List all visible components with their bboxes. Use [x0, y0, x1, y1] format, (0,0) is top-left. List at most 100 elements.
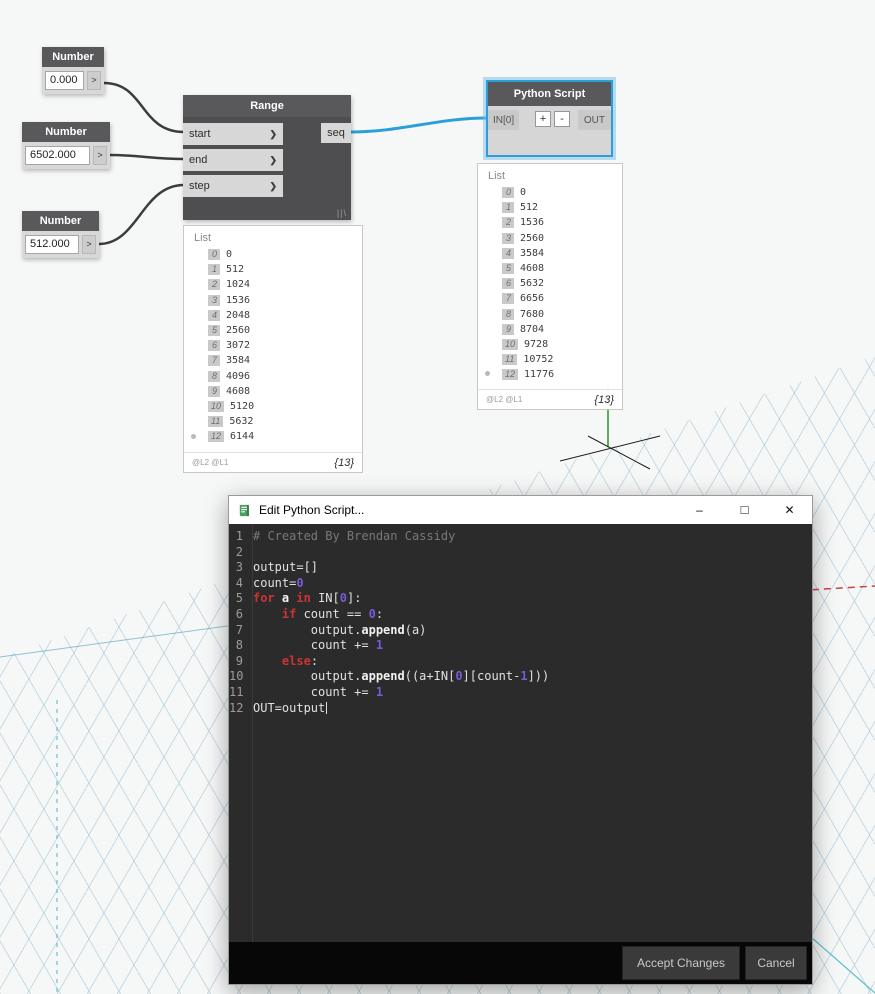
input-port-end[interactable]: end ❯ — [183, 149, 283, 171]
list-index-badge: 8 — [502, 308, 514, 320]
code-token: (a) — [404, 622, 427, 637]
list-row: 00 — [208, 247, 362, 262]
list-row: 4 3584 — [502, 246, 622, 261]
code-token: output. — [253, 669, 362, 684]
list-value: 2048 — [226, 309, 251, 321]
code-token: ][count- — [462, 669, 521, 684]
output-port-out[interactable]: OUT — [577, 110, 611, 130]
code-token: count= — [253, 575, 297, 590]
line-number: 8 — [235, 638, 243, 653]
number-node-2[interactable]: Number 6502.000 > — [22, 122, 110, 169]
window-titlebar[interactable]: Edit Python Script... – □ ✕ — [229, 496, 812, 524]
code-token: ]: — [346, 591, 362, 606]
close-button[interactable]: ✕ — [767, 496, 812, 524]
code-token: ((a+IN[ — [404, 669, 456, 684]
output-port[interactable]: > — [93, 146, 107, 165]
number-value-input[interactable]: 0.000 — [45, 71, 84, 90]
list-index-badge: 3 — [208, 294, 220, 306]
list-row: 7 3584 — [208, 353, 362, 368]
code-token: 0 — [296, 575, 304, 590]
list-label: List — [194, 232, 212, 244]
output-port-seq[interactable]: seq — [321, 123, 351, 143]
code-line: 11 count += 1 — [229, 685, 812, 701]
number-value-input[interactable]: 512.000 — [25, 235, 79, 254]
number-node-1[interactable]: Number 0.000 > — [42, 47, 104, 94]
accept-changes-button[interactable]: Accept Changes — [622, 946, 740, 980]
node-title[interactable]: Python Script — [488, 82, 611, 106]
list-index-badge: 5 — [502, 263, 514, 275]
list-value: 11776 — [524, 369, 555, 381]
list-value: 2560 — [226, 325, 251, 337]
list-preview-python[interactable]: List 0 0 1 512 2 1536 3 2560 4 3584 5 4608 6 5632 7 665… — [477, 163, 623, 410]
wire-number1-to-start[interactable] — [103, 81, 185, 134]
code-line: 8 count += 1 — [229, 638, 812, 654]
minimize-button[interactable]: – — [677, 496, 722, 524]
node-title[interactable]: Range — [183, 95, 351, 117]
node-title[interactable]: Number — [42, 47, 104, 67]
code-editor[interactable]: 1 # Created By Brendan Cassidy 2 3 output=[]… — [229, 524, 812, 942]
edit-python-script-window[interactable]: Edit Python Script... – □ ✕ 1 # Created B… — [228, 495, 813, 985]
wire-number2-to-end[interactable] — [109, 153, 185, 161]
list-index-badge: 9 — [208, 385, 220, 397]
list-value: 4096 — [226, 370, 251, 382]
cancel-button[interactable]: Cancel — [745, 946, 807, 980]
code-token: output. — [253, 622, 362, 637]
list-count: {13} — [334, 456, 354, 469]
line-number: 4 — [235, 575, 243, 590]
code-token: : — [375, 606, 384, 621]
add-input-button[interactable]: + — [535, 111, 551, 127]
input-port-in0[interactable]: IN[0] — [488, 110, 520, 130]
code-token: 0 — [368, 606, 376, 621]
node-body: 6502.000 > — [22, 142, 110, 169]
list-index-badge: 11 — [502, 354, 518, 366]
line-number: 10 — [229, 669, 244, 684]
list-value: 3072 — [226, 340, 251, 352]
input-port-step[interactable]: step ❯ — [183, 175, 283, 197]
code-line: 5 for a in IN[0]: — [229, 591, 812, 607]
code-token: append — [361, 669, 405, 684]
node-title[interactable]: Number — [22, 211, 99, 231]
code-token: in — [296, 591, 311, 606]
list-index-badge: 0 — [208, 249, 220, 261]
output-port[interactable]: > — [87, 71, 101, 90]
list-value: 4608 — [520, 263, 545, 275]
list-index-badge: 7 — [502, 293, 514, 305]
code-token: 1 — [375, 684, 384, 699]
list-row: 2 1024 — [208, 277, 362, 292]
code-text: output.append(a) — [246, 622, 427, 639]
code-line: 7 output.append(a) — [229, 623, 812, 639]
code-line: 4 count=0 — [229, 576, 812, 592]
list-index-badge: 2 — [208, 279, 220, 291]
list-value: 6656 — [520, 293, 545, 305]
remove-input-button[interactable]: - — [554, 111, 570, 127]
code-text: # Created By Brendan Cassidy — [246, 529, 455, 545]
input-port-label: start — [189, 128, 211, 140]
list-preview-range[interactable]: List 0 0 1 512 2 1024 3 1536 4 2048 5 2560 6 3072 7 358… — [183, 225, 363, 473]
node-body: IN[0] + - OUT — [488, 106, 611, 155]
list-value: 3584 — [520, 247, 545, 259]
code-text: OUT=output — [246, 701, 328, 717]
code-text: count=0 — [246, 576, 304, 592]
list-value: 1536 — [520, 217, 545, 229]
dynamo-canvas[interactable]: Number 0.000 > Number 6502.000 > Number … — [0, 0, 875, 994]
maximize-button[interactable]: □ — [722, 496, 767, 524]
code-line: 2 — [229, 545, 812, 561]
input-port-start[interactable]: start ❯ — [183, 123, 283, 145]
wire-number3-to-step[interactable] — [98, 183, 185, 246]
line-number: 2 — [235, 544, 243, 559]
scrollbar-thumb[interactable] — [191, 434, 196, 439]
wire-seq-to-python[interactable] — [350, 116, 488, 134]
number-value-input[interactable]: 6502.000 — [25, 146, 90, 165]
range-node[interactable]: Range start ❯ end ❯ step ❯ seq ||\ — [183, 95, 351, 220]
output-port[interactable]: > — [82, 235, 96, 254]
scrollbar-thumb[interactable] — [485, 371, 490, 376]
node-title[interactable]: Number — [22, 122, 110, 142]
list-value: 3584 — [226, 355, 251, 367]
resize-handle-icon[interactable]: ||\ — [337, 208, 347, 218]
list-value: 5632 — [229, 416, 254, 428]
number-node-3[interactable]: Number 512.000 > — [22, 211, 99, 258]
python-script-node[interactable]: Python Script IN[0] + - OUT — [486, 80, 613, 157]
code-line: 12 OUT=output — [229, 701, 812, 717]
